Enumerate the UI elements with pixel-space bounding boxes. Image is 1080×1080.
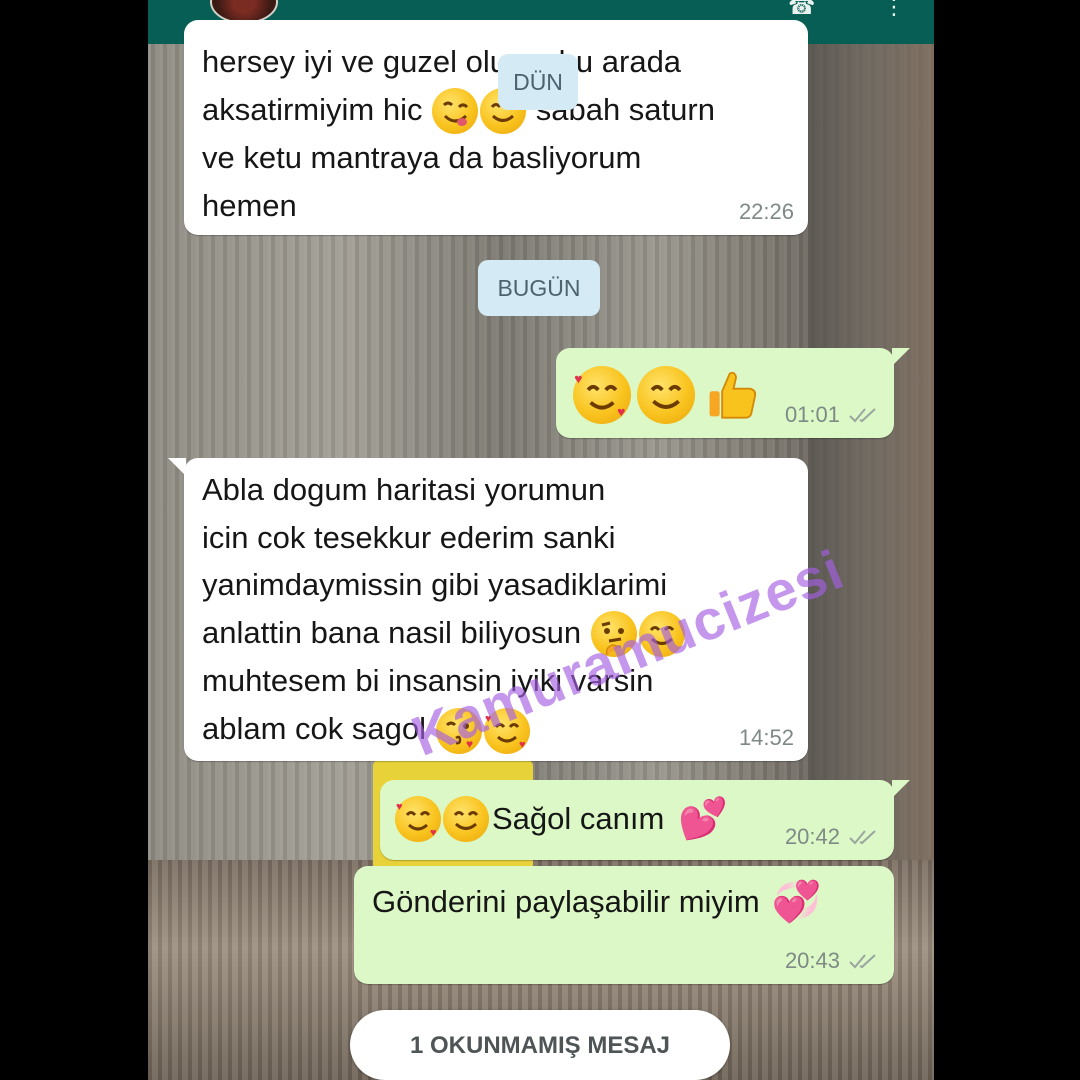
- svg-text:♥: ♥: [574, 371, 582, 387]
- message-text: hersey iyi ve guzel oluyor bu arada aksa…: [202, 38, 715, 229]
- smiling-face-icon: [638, 611, 685, 658]
- bubble-tail: [892, 780, 910, 798]
- read-ticks-icon: [849, 954, 876, 969]
- svg-text:♥: ♥: [485, 713, 492, 725]
- message-line: hersey iyi ve guzel oluyor bu arada: [202, 44, 682, 79]
- smiling-face-with-hearts-icon: ♥ ♥: [483, 707, 530, 754]
- chat-screen: ☎ ⋮ hersey iyi ve guzel oluyor bu arada …: [148, 0, 934, 1080]
- revolving-hearts-icon: 💞: [771, 880, 822, 924]
- message-line: Abla dogum haritasi yorumun: [202, 472, 606, 507]
- message-status: 20:43: [785, 948, 880, 974]
- face-savoring-food-icon: [432, 88, 479, 135]
- menu-icon[interactable]: ⋮: [883, 0, 905, 20]
- message-bubble-outgoing[interactable]: ♥ ♥ Sağol canım 💕 20:42: [380, 780, 910, 860]
- read-ticks-icon: [849, 830, 876, 845]
- svg-text:♥: ♥: [396, 801, 403, 813]
- message-bubble-incoming[interactable]: hersey iyi ve guzel oluyor bu arada aksa…: [184, 20, 808, 235]
- message-line: muhtesem bi insansin iyiki varsin: [202, 663, 654, 699]
- svg-text:♥: ♥: [519, 739, 526, 751]
- message-text: Abla dogum haritasi yorumun icin cok tes…: [202, 466, 686, 754]
- thinking-face-icon: [590, 611, 637, 658]
- smiling-face-icon: [443, 796, 489, 842]
- message-line: aksatirmiyim hic sabah saturn: [202, 86, 715, 135]
- smiling-face-with-hearts-icon: ♥ ♥: [395, 796, 441, 842]
- message-text: ♥ ♥ Sağol canım 💕: [395, 796, 729, 842]
- message-line: ve ketu mantraya da basliyorum: [202, 140, 642, 176]
- message-line: yanimdaymissin gibi yasadiklarimi: [202, 567, 668, 602]
- smiling-face-with-hearts-icon: ♥ ♥: [573, 366, 631, 424]
- background-wood-right: [808, 40, 934, 860]
- smiling-face-icon: [637, 366, 696, 424]
- date-label-yesterday: DÜN: [498, 54, 578, 110]
- message-line: icin cok tesekkur ederim sanki: [202, 519, 616, 555]
- svg-text:♥: ♥: [617, 403, 625, 419]
- emoji-row: ♥ ♥: [572, 366, 761, 424]
- unread-messages-button[interactable]: 1 OKUNMAMIŞ MESAJ: [350, 1010, 730, 1080]
- svg-text:♥: ♥: [430, 827, 437, 839]
- message-status: 01:01: [785, 402, 880, 428]
- face-blowing-kiss-icon: ♥: [435, 707, 482, 754]
- message-timestamp: 22:26: [738, 199, 794, 224]
- thumbs-up-icon: [702, 366, 760, 424]
- bubble-tail: [892, 348, 910, 366]
- message-timestamp: 14:52: [738, 725, 794, 750]
- two-hearts-icon: 💕: [678, 797, 729, 841]
- message-text: Gönderini paylaşabilir miyim 💞: [372, 880, 822, 924]
- message-bubble-incoming[interactable]: Abla dogum haritasi yorumun icin cok tes…: [168, 458, 808, 761]
- date-label-today: BUGÜN: [478, 260, 600, 316]
- message-line: hemen: [202, 187, 297, 223]
- message-bubble-outgoing[interactable]: ♥ ♥ 01:01: [556, 348, 910, 438]
- bubble-tail: [168, 458, 186, 476]
- message-line: anlattin bana nasil biliyosun: [202, 609, 686, 658]
- message-status: 20:42: [785, 824, 880, 850]
- message-line: ablam cok sagol ♥ ♥ ♥: [202, 705, 686, 754]
- call-icon[interactable]: ☎: [788, 0, 815, 20]
- read-ticks-icon: [849, 408, 876, 423]
- svg-text:♥: ♥: [466, 737, 473, 751]
- message-bubble-outgoing[interactable]: Gönderini paylaşabilir miyim 💞 20:43: [354, 866, 894, 984]
